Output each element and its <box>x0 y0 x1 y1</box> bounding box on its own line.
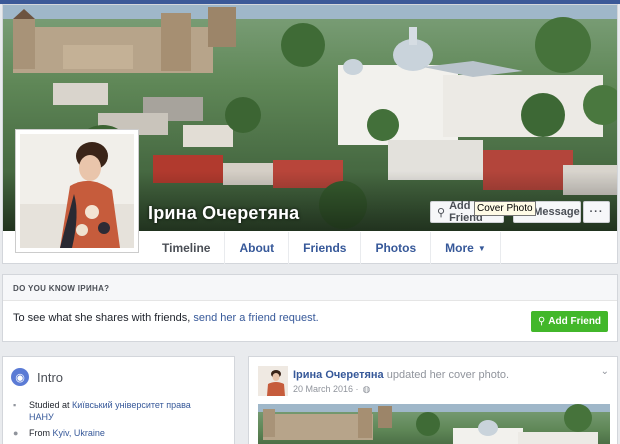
message-label: Message <box>533 206 580 218</box>
add-friend-green-button[interactable]: ⚲ Add Friend <box>531 311 608 332</box>
profile-header: Ірина Очеретяна ⚲ Add Friend ✉ Message ·… <box>2 4 618 264</box>
ellipsis-icon: ··· <box>589 206 604 218</box>
intro-card: ◉ Intro ▪ Studied at Київський університ… <box>2 356 235 444</box>
cover-photo-tooltip: Cover Photo <box>474 201 536 216</box>
globe-privacy-icon: ◍ <box>362 384 371 394</box>
post-author-avatar[interactable] <box>258 366 288 396</box>
post-date[interactable]: 20 March 2016 · <box>293 384 359 395</box>
profile-picture-image <box>20 134 134 248</box>
add-friend-green-label: Add Friend <box>548 316 602 327</box>
do-you-know-prefix: To see what she shares with friends, <box>13 312 191 324</box>
hometown-link[interactable]: Kyiv, Ukraine <box>53 428 105 438</box>
education-text: Studied at Київський університет права Н… <box>29 399 214 423</box>
tab-photos[interactable]: Photos <box>361 232 432 264</box>
tab-photos-label: Photos <box>375 241 417 255</box>
intro-hometown: ● From Kyiv, Ukraine <box>13 427 105 439</box>
send-friend-request-link[interactable]: send her a friend request. <box>193 312 318 324</box>
studied-prefix: Studied at <box>29 400 70 410</box>
caret-down-icon: ▼ <box>477 243 486 253</box>
globe-icon: ◉ <box>11 368 29 386</box>
tab-about-label: About <box>239 241 275 255</box>
profile-tabs: Timeline About Friends Photos More ▼ <box>148 232 501 264</box>
tab-timeline[interactable]: Timeline <box>148 232 226 264</box>
tab-friends[interactable]: Friends <box>289 232 362 264</box>
post-header: Ірина Очеретяна updated her cover photo. <box>293 369 509 381</box>
post-meta: 20 March 2016 · ◍ <box>293 384 370 395</box>
tab-friends-label: Friends <box>303 241 347 255</box>
tab-about[interactable]: About <box>225 232 290 264</box>
intro-title: Intro <box>37 369 64 385</box>
tab-timeline-label: Timeline <box>162 241 211 255</box>
post-options-chevron-icon[interactable]: ⌄ <box>601 366 609 377</box>
post-cover-image[interactable] <box>258 404 610 444</box>
intro-header: ◉ Intro <box>11 368 63 386</box>
do-you-know-text: To see what she shares with friends, sen… <box>13 312 319 324</box>
post-action-text: updated her cover photo. <box>386 369 510 381</box>
intro-education: ▪ Studied at Київський університет права… <box>13 399 214 423</box>
add-friend-icon: ⚲ <box>437 206 446 219</box>
location-icon: ● <box>13 428 19 438</box>
tab-more-label: More <box>445 241 474 255</box>
from-prefix: From <box>29 428 50 438</box>
post-author-name[interactable]: Ірина Очеретяна <box>293 369 384 381</box>
do-you-know-heading: DO YOU KNOW IPИНА? <box>3 275 617 301</box>
timeline-post: Ірина Очеретяна updated her cover photo.… <box>248 356 618 444</box>
hometown-text: From Kyiv, Ukraine <box>29 427 105 439</box>
more-options-button[interactable]: ··· <box>583 201 610 223</box>
education-icon: ▪ <box>13 400 17 410</box>
do-you-know-card: DO YOU KNOW IPИНА? To see what she share… <box>2 274 618 342</box>
profile-name[interactable]: Ірина Очеретяна <box>148 203 299 224</box>
tab-more[interactable]: More ▼ <box>431 232 501 264</box>
profile-picture[interactable] <box>15 129 139 253</box>
person-add-icon: ⚲ <box>537 316 546 327</box>
